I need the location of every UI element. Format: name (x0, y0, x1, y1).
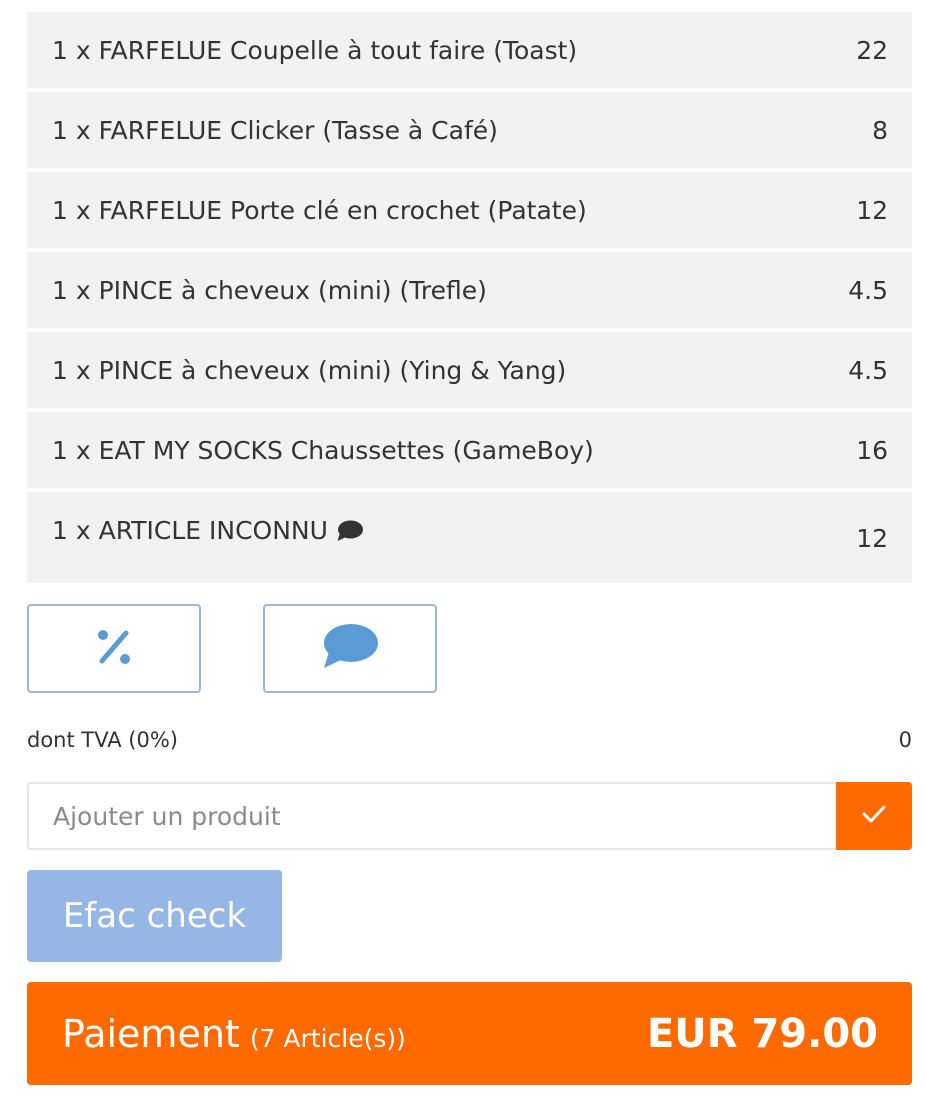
payment-article-count: (7 Article(s)) (249, 1023, 406, 1053)
cart-item-price: 12 (856, 524, 888, 553)
cart-item-price: 8 (872, 115, 888, 145)
cart-item-label: 1 x FARFELUE Porte clé en crochet (Patat… (52, 195, 587, 225)
cart-item-label: 1 x FARFELUE Coupelle à tout faire (Toas… (52, 35, 578, 65)
comment-icon (321, 622, 379, 676)
cart-item-label: 1 x EAT MY SOCKS Chaussettes (GameBoy) (52, 435, 594, 465)
payment-total: EUR 79.00 (646, 1010, 878, 1057)
cart-item[interactable]: 1 x EAT MY SOCKS Chaussettes (GameBoy) 1… (27, 412, 912, 488)
cart-item-label: 1 x PINCE à cheveux (mini) (Ying & Yang) (52, 355, 567, 385)
cart-item[interactable]: 1 x PINCE à cheveux (mini) (Trefle) 4.5 (27, 252, 912, 328)
cart-item[interactable]: 1 x ARTICLE INCONNU 12 (27, 492, 912, 583)
cart-item[interactable]: 1 x FARFELUE Clicker (Tasse à Café) 8 (27, 92, 912, 168)
add-product-bar (27, 782, 912, 850)
percent-icon (92, 625, 136, 673)
checkout-panel: 1 x FARFELUE Coupelle à tout faire (Toas… (0, 0, 926, 1100)
cart-item-price: 4.5 (848, 275, 888, 305)
cart-item[interactable]: 1 x PINCE à cheveux (mini) (Ying & Yang)… (27, 332, 912, 408)
payment-label: Paiement (62, 1011, 240, 1056)
payment-button[interactable]: Paiement (7 Article(s)) EUR 79.00 (27, 982, 912, 1085)
cart-item-price: 16 (856, 435, 888, 465)
check-icon (861, 804, 887, 828)
cart-item-price: 22 (856, 35, 888, 65)
tax-row: dont TVA (0%) 0 (27, 728, 912, 752)
add-product-confirm-button[interactable] (836, 782, 912, 850)
tax-label: dont TVA (0%) (27, 728, 178, 752)
cart-item-label: 1 x ARTICLE INCONNU (52, 516, 328, 545)
efac-check-button[interactable]: Efac check (27, 870, 282, 962)
cart-item-label-wrap: 1 x ARTICLE INCONNU (52, 516, 364, 545)
cart-items-list: 1 x FARFELUE Coupelle à tout faire (Toas… (27, 12, 912, 587)
efac-check-label: Efac check (62, 896, 247, 936)
comment-icon (336, 519, 364, 543)
cart-item[interactable]: 1 x FARFELUE Coupelle à tout faire (Toas… (27, 12, 912, 88)
cart-item-price: 12 (856, 195, 888, 225)
comment-button[interactable] (263, 604, 437, 693)
add-product-input[interactable] (27, 782, 836, 850)
cart-item-label: 1 x FARFELUE Clicker (Tasse à Café) (52, 115, 498, 145)
cart-item-price: 4.5 (848, 355, 888, 385)
tax-value: 0 (898, 728, 912, 752)
cart-item[interactable]: 1 x FARFELUE Porte clé en crochet (Patat… (27, 172, 912, 248)
payment-label-group: Paiement (7 Article(s)) (62, 1012, 406, 1056)
cart-item-label: 1 x PINCE à cheveux (mini) (Trefle) (52, 275, 487, 305)
discount-button[interactable] (27, 604, 201, 693)
